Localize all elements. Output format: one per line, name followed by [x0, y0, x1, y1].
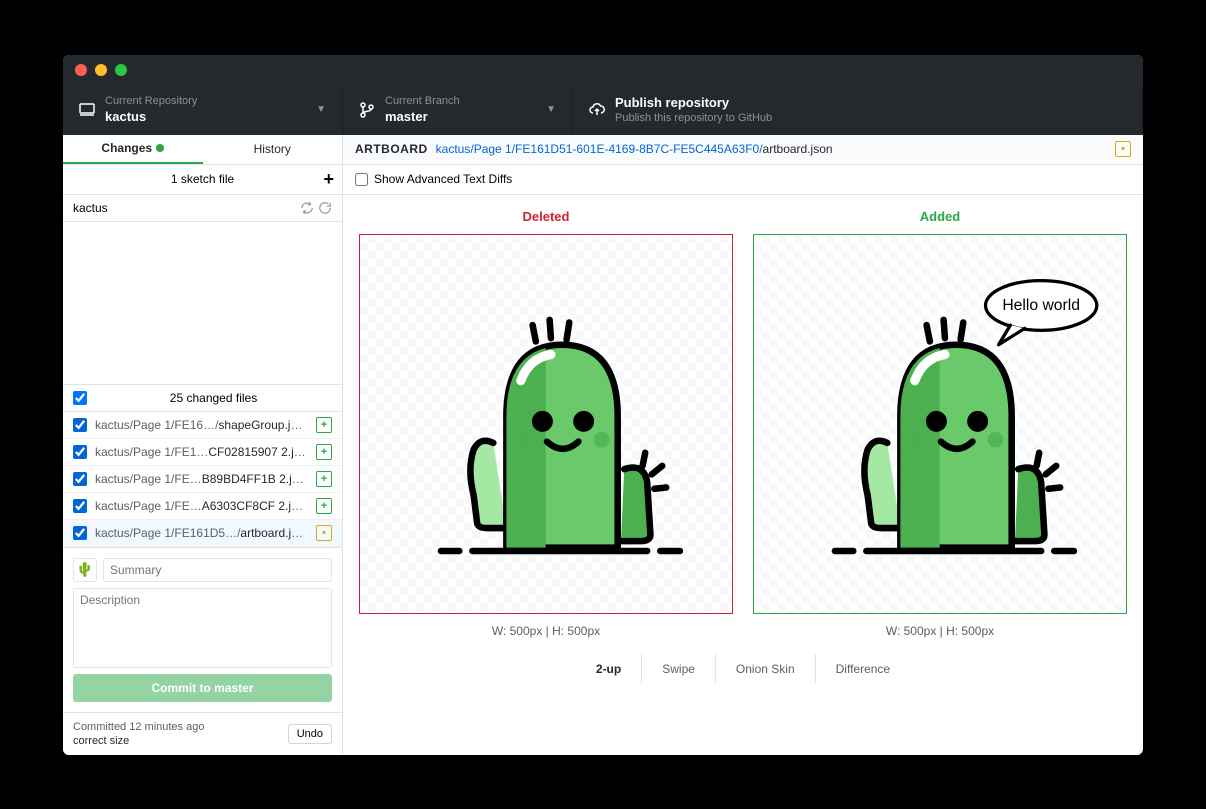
tab-changes-label: Changes: [101, 141, 152, 155]
sidebar: Changes History 1 sketch file + kactus: [63, 135, 343, 755]
modified-badge-icon: •: [316, 525, 332, 541]
cactus-illustration: [382, 257, 709, 590]
breadcrumb: ARTBOARD kactus/Page 1/FE161D51-601E-416…: [343, 135, 1143, 165]
breadcrumb-type: ARTBOARD: [355, 142, 428, 156]
close-window-button[interactable]: [75, 64, 87, 76]
sidebar-spacer: [63, 222, 342, 385]
view-mode-difference[interactable]: Difference: [816, 654, 910, 684]
repository-selector[interactable]: Current Repository kactus ▼: [63, 85, 343, 135]
branch-value: master: [385, 109, 536, 124]
toolbar: Current Repository kactus ▼ Current Bran…: [63, 85, 1143, 135]
file-checkbox[interactable]: [73, 526, 87, 540]
last-commit-bar: Committed 12 minutes ago correct size Un…: [63, 712, 342, 755]
added-badge-icon: +: [316, 444, 332, 460]
file-checkbox[interactable]: [73, 418, 87, 432]
changed-files-count: 25 changed files: [95, 391, 332, 405]
tab-history[interactable]: History: [203, 135, 343, 164]
sidebar-tabs: Changes History: [63, 135, 342, 165]
view-mode-2up[interactable]: 2-up: [576, 654, 642, 684]
added-label: Added: [753, 209, 1127, 224]
sketch-files-header: 1 sketch file +: [63, 165, 342, 195]
deleted-label: Deleted: [359, 209, 733, 224]
app-window: Current Repository kactus ▼ Current Bran…: [63, 55, 1143, 755]
tab-changes[interactable]: Changes: [63, 135, 203, 164]
added-dimensions: W: 500px | H: 500px: [753, 624, 1127, 638]
undo-button[interactable]: Undo: [288, 724, 332, 744]
body: Changes History 1 sketch file + kactus: [63, 135, 1143, 755]
last-commit-time: Committed 12 minutes ago: [73, 721, 204, 733]
added-badge-icon: +: [316, 471, 332, 487]
file-path: kactus/Page 1/FE161D5…/artboard.json: [95, 526, 308, 540]
advanced-diffs-checkbox[interactable]: [355, 173, 368, 186]
breadcrumb-file: artboard.json: [763, 142, 833, 156]
file-row[interactable]: kactus/Page 1/FE…B89BD4FF1B 2.json +: [63, 466, 342, 493]
repo-value: kactus: [105, 109, 306, 124]
diff-view: Deleted Added: [343, 195, 1143, 755]
added-badge-icon: +: [316, 498, 332, 514]
file-checkbox[interactable]: [73, 499, 87, 513]
sketch-file-item[interactable]: kactus: [63, 195, 342, 222]
svg-text:Hello world: Hello world: [1003, 297, 1081, 314]
file-path: kactus/Page 1/FE…B89BD4FF1B 2.json: [95, 472, 308, 486]
branch-icon: [359, 102, 375, 118]
add-sketch-button[interactable]: +: [323, 169, 334, 190]
file-checkbox[interactable]: [73, 472, 87, 486]
file-row[interactable]: kactus/Page 1/FE…A6303CF8CF 2.json +: [63, 493, 342, 520]
monitor-icon: [79, 102, 95, 118]
chevron-down-icon: ▼: [316, 104, 326, 115]
file-row[interactable]: kactus/Page 1/FE1…CF02815907 2.json +: [63, 439, 342, 466]
changes-indicator-icon: [156, 144, 164, 152]
added-badge-icon: +: [316, 417, 332, 433]
minimize-window-button[interactable]: [95, 64, 107, 76]
refresh-icon[interactable]: [318, 201, 332, 215]
commit-button[interactable]: Commit to master: [73, 674, 332, 702]
sketch-files-count: 1 sketch file: [171, 172, 234, 186]
repo-label: Current Repository: [105, 95, 306, 107]
cloud-upload-icon: [589, 102, 605, 118]
maximize-window-button[interactable]: [115, 64, 127, 76]
commit-button-prefix: Commit to: [151, 681, 214, 695]
file-path: kactus/Page 1/FE16…/shapeGroup.json: [95, 418, 308, 432]
deleted-image: [359, 234, 733, 614]
publish-title: Publish repository: [615, 95, 1126, 110]
titlebar: [63, 55, 1143, 85]
commit-button-branch: master: [214, 681, 253, 695]
branch-label: Current Branch: [385, 95, 536, 107]
file-row[interactable]: kactus/Page 1/FE161D5…/artboard.json •: [63, 520, 342, 547]
changed-files-header: 25 changed files: [63, 385, 342, 412]
last-commit-message: correct size: [73, 735, 204, 747]
summary-input[interactable]: [103, 558, 332, 582]
view-mode-swipe[interactable]: Swipe: [642, 654, 716, 684]
avatar-icon: 🌵: [73, 558, 97, 582]
breadcrumb-path: kactus/Page 1/FE161D51-601E-4169-8B7C-FE…: [436, 142, 763, 156]
view-mode-onion[interactable]: Onion Skin: [716, 654, 816, 684]
file-row[interactable]: kactus/Page 1/FE16…/shapeGroup.json +: [63, 412, 342, 439]
chevron-down-icon: ▼: [546, 104, 556, 115]
file-list: kactus/Page 1/FE16…/shapeGroup.json+kact…: [63, 412, 342, 547]
file-path: kactus/Page 1/FE…A6303CF8CF 2.json: [95, 499, 308, 513]
description-input[interactable]: [73, 588, 332, 668]
select-all-checkbox[interactable]: [73, 391, 87, 405]
main-content: ARTBOARD kactus/Page 1/FE161D51-601E-416…: [343, 135, 1143, 755]
added-image: Hello world: [753, 234, 1127, 614]
sync-icon[interactable]: [300, 201, 314, 215]
deleted-dimensions: W: 500px | H: 500px: [359, 624, 733, 638]
file-path: kactus/Page 1/FE1…CF02815907 2.json: [95, 445, 308, 459]
publish-subtitle: Publish this repository to GitHub: [615, 112, 1126, 124]
sketch-file-name: kactus: [73, 201, 108, 215]
publish-button[interactable]: Publish repository Publish this reposito…: [573, 85, 1143, 135]
file-status-badge: •: [1115, 141, 1131, 157]
commit-form: 🌵 Commit to master: [63, 547, 342, 712]
branch-selector[interactable]: Current Branch master ▼: [343, 85, 573, 135]
file-checkbox[interactable]: [73, 445, 87, 459]
tab-history-label: History: [254, 142, 291, 156]
cactus-illustration: Hello world: [776, 257, 1103, 590]
advanced-diffs-label: Show Advanced Text Diffs: [374, 172, 512, 186]
view-mode-selector: 2-up Swipe Onion Skin Difference: [359, 654, 1127, 684]
advanced-diffs-row: Show Advanced Text Diffs: [343, 165, 1143, 195]
